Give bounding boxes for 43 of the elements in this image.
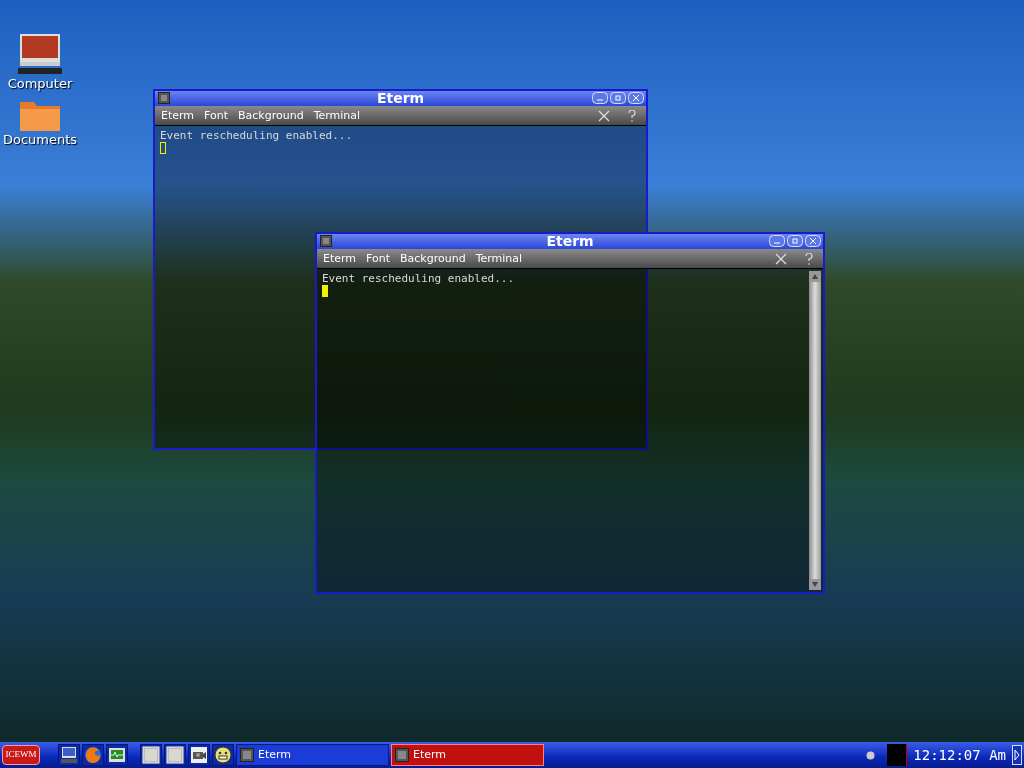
menu-item[interactable]: Eterm — [161, 108, 195, 123]
cpu-monitor — [887, 744, 908, 766]
clock: 12:12:07 Am — [913, 745, 1006, 765]
terminal-output: Event rescheduling enabled... — [160, 129, 353, 142]
menu-item[interactable]: Eterm — [323, 251, 357, 266]
icon-label[interactable]: Documents — [2, 132, 78, 148]
scroll-down-arrow[interactable] — [809, 579, 821, 590]
start-button[interactable]: ICEWM — [2, 745, 40, 765]
menu-item[interactable]: Background — [238, 108, 304, 123]
close-button[interactable] — [805, 235, 821, 247]
computer-icon[interactable] — [17, 32, 63, 76]
window-menu-icon[interactable] — [158, 92, 170, 104]
camera-icon[interactable] — [190, 746, 208, 764]
globe-icon[interactable] — [84, 746, 102, 764]
close-button[interactable] — [628, 92, 644, 104]
menu-item[interactable]: Terminal — [475, 251, 523, 266]
terminal-icon — [395, 748, 409, 762]
maximize-button[interactable] — [787, 235, 803, 247]
arrow-right-icon[interactable] — [1012, 745, 1022, 765]
monitor-icon[interactable] — [108, 747, 126, 763]
close-icon[interactable] — [775, 252, 787, 265]
menu-item[interactable]: Background — [400, 251, 466, 266]
window-title: Eterm — [546, 234, 594, 249]
maximize-button[interactable] — [610, 92, 626, 104]
scroll-up-arrow[interactable] — [809, 271, 821, 282]
terminal-output: Event rescheduling enabled... — [322, 272, 515, 285]
smiley-icon[interactable] — [214, 746, 232, 764]
taskbar-button[interactable]: Eterm — [236, 744, 389, 766]
menu-item[interactable]: Terminal — [313, 108, 361, 123]
icon-label[interactable]: Computer — [7, 76, 73, 92]
status-dot-icon — [866, 750, 876, 760]
menu-item[interactable]: Font — [204, 108, 229, 123]
close-icon[interactable] — [598, 109, 610, 122]
window-menu-icon[interactable] — [320, 235, 332, 247]
help-icon[interactable] — [805, 252, 813, 265]
taskbar-button[interactable]: Eterm — [391, 744, 544, 766]
window-title: Eterm — [376, 91, 425, 106]
terminal-icon — [240, 748, 254, 762]
computer-icon[interactable] — [60, 746, 78, 764]
menu-item[interactable]: Font — [366, 251, 391, 266]
minimize-button[interactable] — [592, 92, 608, 104]
minimize-button[interactable] — [769, 235, 785, 247]
help-icon[interactable] — [628, 109, 636, 122]
